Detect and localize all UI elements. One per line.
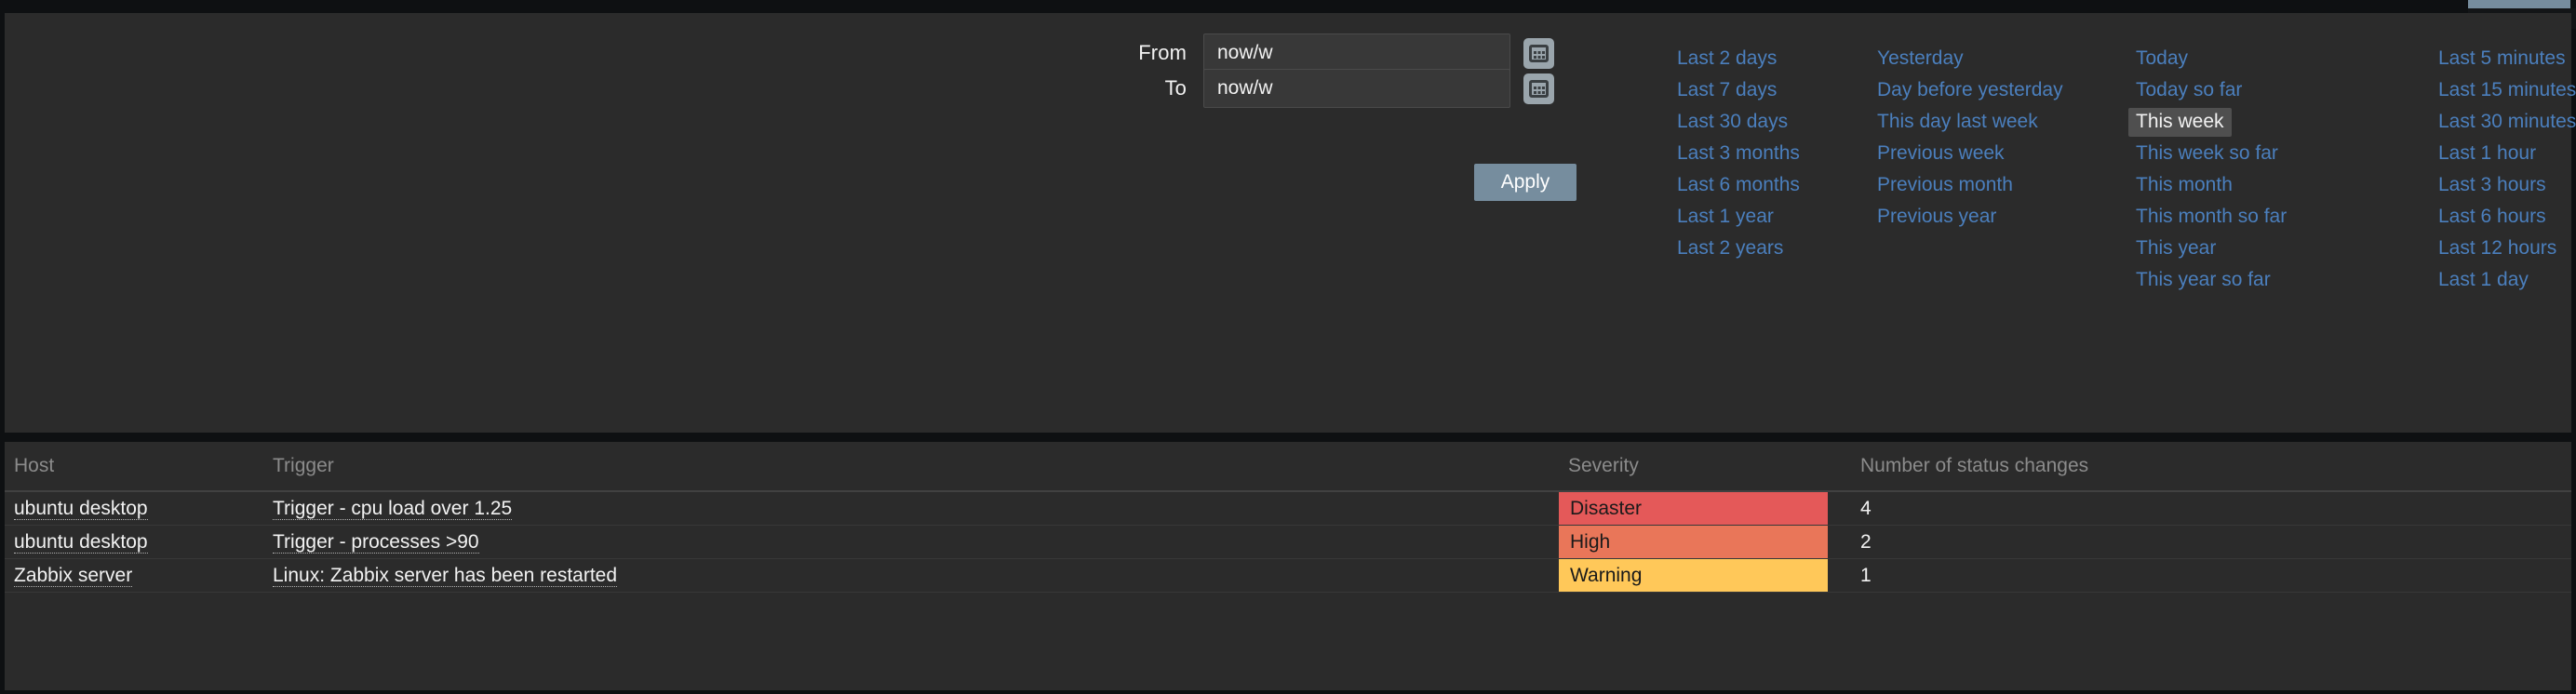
top-dark-strip — [0, 0, 2576, 13]
quick-range-this-month[interactable]: This month — [2128, 171, 2240, 200]
to-row: To — [1092, 69, 1554, 108]
quick-range-yesterday[interactable]: Yesterday — [1870, 45, 1971, 73]
from-label: From — [1138, 41, 1187, 64]
quick-range-last-30-days[interactable]: Last 30 days — [1670, 108, 1795, 137]
cell-status-changes: 2 — [1847, 525, 2571, 559]
cell-trigger: Trigger - processes >90 — [273, 525, 1559, 559]
table-header: Host Trigger Severity Number of status c… — [5, 442, 2571, 492]
quick-range-today-so-far[interactable]: Today so far — [2128, 76, 2249, 105]
cell-severity: Warning — [1559, 558, 1847, 593]
cell-status-changes: 4 — [1847, 491, 2571, 526]
from-row: From — [1092, 33, 1554, 73]
quick-range-column-2: Yesterday Day before yesterday This day … — [1870, 45, 2079, 298]
trigger-link[interactable]: Linux: Zabbix server has been restarted — [273, 564, 618, 587]
quick-range-column-4: Last 5 minutes Last 15 minutes Last 30 m… — [2431, 45, 2576, 298]
quick-range-last-12-hours[interactable]: Last 12 hours — [2431, 234, 2564, 263]
cell-host: Zabbix server — [5, 558, 273, 593]
calendar-icon — [1529, 79, 1549, 98]
quick-range-this-year[interactable]: This year — [2128, 234, 2223, 263]
quick-range-last-15-minutes[interactable]: Last 15 minutes — [2431, 76, 2576, 105]
from-input[interactable] — [1203, 33, 1510, 73]
cell-severity: Disaster — [1559, 491, 1847, 526]
quick-range-column-3: Today Today so far This week This week s… — [2128, 45, 2328, 298]
top-100-triggers-table: Host Trigger Severity Number of status c… — [5, 442, 2571, 593]
apply-button[interactable]: Apply — [1474, 164, 1576, 201]
quick-range-last-30-minutes[interactable]: Last 30 minutes — [2431, 108, 2576, 137]
severity-badge: Warning — [1559, 559, 1828, 592]
column-header-host[interactable]: Host — [5, 442, 273, 492]
cell-trigger: Linux: Zabbix server has been restarted — [273, 558, 1559, 593]
table-row: ubuntu desktop Trigger - processes >90 H… — [5, 525, 2571, 559]
quick-range-this-month-so-far[interactable]: This month so far — [2128, 203, 2294, 232]
quick-range-previous-week[interactable]: Previous week — [1870, 140, 2012, 168]
quick-range-last-3-hours[interactable]: Last 3 hours — [2431, 171, 2554, 200]
severity-badge: Disaster — [1559, 492, 1828, 525]
quick-range-last-1-day[interactable]: Last 1 day — [2431, 266, 2536, 295]
column-header-severity[interactable]: Severity — [1559, 442, 1847, 492]
host-link[interactable]: ubuntu desktop — [14, 530, 148, 554]
to-calendar-button[interactable] — [1523, 73, 1554, 104]
cell-trigger: Trigger - cpu load over 1.25 — [273, 491, 1559, 526]
quick-range-column-1: Last 2 days Last 7 days Last 30 days Las… — [1670, 45, 1870, 298]
quick-range-last-2-days[interactable]: Last 2 days — [1670, 45, 1784, 73]
cell-status-changes: 1 — [1847, 558, 2571, 593]
time-selector-panel: From To — [5, 13, 2576, 433]
quick-range-last-7-days[interactable]: Last 7 days — [1670, 76, 1784, 105]
quick-range-last-6-months[interactable]: Last 6 months — [1670, 171, 1807, 200]
table-header-row: Host Trigger Severity Number of status c… — [5, 442, 2571, 492]
table-body: ubuntu desktop Trigger - cpu load over 1… — [5, 491, 2571, 593]
column-header-changes[interactable]: Number of status changes — [1847, 442, 2571, 492]
quick-range-this-week-so-far[interactable]: This week so far — [2128, 140, 2286, 168]
from-calendar-button[interactable] — [1523, 37, 1554, 69]
quick-range-last-1-year[interactable]: Last 1 year — [1670, 203, 1781, 232]
cell-host: ubuntu desktop — [5, 491, 273, 526]
table-row: Zabbix server Linux: Zabbix server has b… — [5, 558, 2571, 593]
cell-severity: High — [1559, 525, 1847, 559]
quick-range-last-5-minutes[interactable]: Last 5 minutes — [2431, 45, 2573, 73]
quick-range-previous-year[interactable]: Previous year — [1870, 203, 2004, 232]
to-input[interactable] — [1203, 69, 1510, 108]
calendar-icon — [1529, 44, 1549, 62]
host-link[interactable]: ubuntu desktop — [14, 497, 148, 520]
report-table-panel: Host Trigger Severity Number of status c… — [5, 442, 2571, 690]
quick-range-last-3-months[interactable]: Last 3 months — [1670, 140, 1807, 168]
table-row: ubuntu desktop Trigger - cpu load over 1… — [5, 491, 2571, 526]
screen-root: From To — [0, 0, 2576, 694]
quick-range-previous-month[interactable]: Previous month — [1870, 171, 2020, 200]
quick-range-day-before-yesterday[interactable]: Day before yesterday — [1870, 76, 2071, 105]
quick-range-this-day-last-week[interactable]: This day last week — [1870, 108, 2046, 137]
quick-range-last-6-hours[interactable]: Last 6 hours — [2431, 203, 2554, 232]
partially-visible-button-top-right[interactable] — [2468, 0, 2570, 8]
quick-range-last-2-years[interactable]: Last 2 years — [1670, 234, 1791, 263]
quick-range-this-week[interactable]: This week — [2128, 108, 2232, 137]
quick-range-today[interactable]: Today — [2128, 45, 2195, 73]
quick-range-grid: Last 2 days Last 7 days Last 30 days Las… — [1670, 45, 2576, 298]
column-header-trigger[interactable]: Trigger — [273, 442, 1559, 492]
trigger-link[interactable]: Trigger - cpu load over 1.25 — [273, 497, 513, 520]
to-label: To — [1164, 76, 1187, 100]
cell-host: ubuntu desktop — [5, 525, 273, 559]
severity-badge: High — [1559, 526, 1828, 558]
trigger-link[interactable]: Trigger - processes >90 — [273, 530, 479, 554]
quick-range-this-year-so-far[interactable]: This year so far — [2128, 266, 2278, 295]
quick-range-last-1-hour[interactable]: Last 1 hour — [2431, 140, 2543, 168]
host-link[interactable]: Zabbix server — [14, 564, 133, 587]
